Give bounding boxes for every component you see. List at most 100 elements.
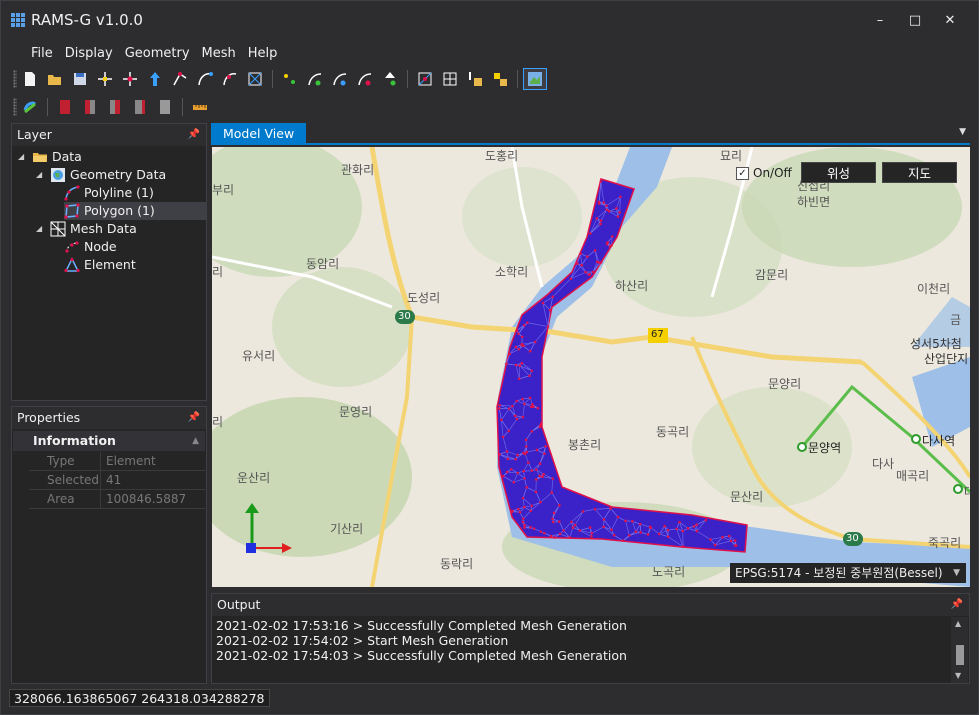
view-right-icon[interactable] <box>128 96 152 118</box>
map-label: 동곡리 <box>656 425 690 439</box>
map-button[interactable]: 지도 <box>882 162 957 183</box>
mesh-node <box>686 527 690 530</box>
mesh-node <box>517 332 520 336</box>
close-button[interactable]: ✕ <box>933 7 967 33</box>
map-label: 봉촌리 <box>568 438 602 452</box>
mesh-node <box>510 467 513 471</box>
tree-item-data[interactable]: ◢ Data <box>18 148 82 166</box>
tree-item-mesh-data[interactable]: ◢ Mesh Data <box>36 220 137 238</box>
node-delete-icon[interactable] <box>378 68 402 90</box>
mesh-node <box>501 474 505 478</box>
map-canvas[interactable] <box>212 147 970 587</box>
maximize-button[interactable]: □ <box>898 7 932 33</box>
view-front-icon[interactable] <box>53 96 77 118</box>
pin-icon[interactable]: 📌 <box>188 124 200 146</box>
draw-line-icon[interactable] <box>168 68 192 90</box>
background-map-icon[interactable] <box>523 68 547 90</box>
mesh-node <box>514 363 518 367</box>
mesh-node <box>517 507 520 511</box>
pin-icon[interactable]: 📌 <box>188 407 200 429</box>
ruler-icon[interactable] <box>188 96 212 118</box>
map-label: 대 <box>964 485 970 499</box>
save-icon[interactable] <box>68 68 92 90</box>
polygon-tool-icon[interactable] <box>243 68 267 90</box>
property-row-area[interactable]: Area 100846.5887 <box>29 490 205 509</box>
menu-mesh[interactable]: Mesh <box>196 43 242 65</box>
split-line-icon[interactable] <box>218 68 242 90</box>
mesh-node <box>500 418 503 422</box>
mesh-grid-tool-icon[interactable] <box>438 68 462 90</box>
tree-item-node[interactable]: Node <box>64 238 117 256</box>
route-shield-label: 30 <box>846 533 859 544</box>
crs-selector[interactable]: EPSG:5174 - 보정된 중부원점(Bessel) ▼ <box>730 563 966 583</box>
minimize-button[interactable]: – <box>863 7 897 33</box>
model-view-map[interactable]: 도홍리 묘리 관화리 부리 신접리 하빈면 동암리 소학리 하산리 감문리 이천… <box>212 147 970 587</box>
property-value: Element <box>106 454 156 468</box>
mesh-node <box>507 407 511 411</box>
tree-item-geometry-data[interactable]: ◢ Geometry Data <box>36 166 166 184</box>
output-scrollbar[interactable]: ▲ ▼ <box>951 617 968 683</box>
chevron-down-icon[interactable]: ▼ <box>953 563 960 583</box>
map-label: 다사 <box>872 457 895 471</box>
add-point-icon[interactable] <box>93 68 117 90</box>
satellite-button[interactable]: 위성 <box>801 162 876 183</box>
node-line-icon[interactable] <box>303 68 327 90</box>
mesh-node <box>648 525 652 529</box>
node-move-icon[interactable] <box>353 68 377 90</box>
toolbar-grip[interactable] <box>13 70 17 88</box>
pin-icon[interactable]: 📌 <box>951 594 963 616</box>
scroll-up-icon[interactable]: ▲ <box>955 619 961 628</box>
view-back-icon[interactable] <box>78 96 102 118</box>
map-onoff-toggle[interactable]: ✓ On/Off <box>736 163 792 183</box>
map-label: 다사역 <box>922 434 956 448</box>
mesh-node <box>729 539 733 543</box>
tab-dropdown-icon[interactable]: ▼ <box>959 127 966 137</box>
property-row-selected[interactable]: Selected 41 <box>29 471 205 490</box>
mesh-node <box>721 535 724 539</box>
mesh-node <box>580 263 584 267</box>
property-category[interactable]: Information ▲ <box>13 431 205 451</box>
main-toolbar <box>13 67 547 91</box>
move-point-icon[interactable] <box>118 68 142 90</box>
collapse-arrow-icon[interactable]: ◢ <box>36 220 46 238</box>
collapse-arrow-icon[interactable]: ◢ <box>18 148 28 166</box>
open-folder-icon[interactable] <box>43 68 67 90</box>
collapse-arrow-icon[interactable]: ◢ <box>36 166 46 184</box>
node-edit-icon[interactable] <box>328 68 352 90</box>
mesh-generate-icon[interactable] <box>413 68 437 90</box>
mesh-export-icon[interactable] <box>488 68 512 90</box>
map-label: 죽곡리 <box>928 536 962 550</box>
scrollbar-thumb[interactable] <box>956 645 964 665</box>
tree-item-polyline[interactable]: Polyline (1) <box>64 184 154 202</box>
mesh-node <box>678 520 681 524</box>
refresh-icon[interactable] <box>18 96 42 118</box>
output-log[interactable]: 2021-02-02 17:53:16 > Successfully Compl… <box>216 618 948 678</box>
menu-geometry[interactable]: Geometry <box>119 43 196 65</box>
mesh-import-icon[interactable] <box>463 68 487 90</box>
map-label: 문영리 <box>339 405 373 419</box>
node-add-icon[interactable] <box>278 68 302 90</box>
mesh-node <box>558 520 561 524</box>
mesh-node <box>615 207 618 210</box>
view-top-icon[interactable] <box>153 96 177 118</box>
tree-item-element[interactable]: Element <box>64 256 136 274</box>
menu-display[interactable]: Display <box>59 43 119 65</box>
tab-model-view[interactable]: Model View <box>211 123 307 145</box>
property-row-type[interactable]: Type Element <box>29 452 205 471</box>
mesh-node <box>733 544 737 547</box>
toolbar-grip[interactable] <box>13 98 17 116</box>
collapse-caret-icon[interactable]: ▲ <box>192 431 199 451</box>
view-left-icon[interactable] <box>103 96 127 118</box>
mesh-node <box>512 480 516 484</box>
menu-file[interactable]: File <box>25 43 59 65</box>
map-label: 하빈면 <box>797 195 831 209</box>
onoff-checkbox[interactable]: ✓ <box>736 166 749 180</box>
select-arrow-icon[interactable] <box>143 68 167 90</box>
tree-item-polygon[interactable]: Polygon (1) <box>64 202 206 220</box>
mesh-node <box>521 520 525 524</box>
node-icon <box>65 241 79 253</box>
menu-help[interactable]: Help <box>242 43 284 65</box>
polyline-tool-icon[interactable] <box>193 68 217 90</box>
scroll-down-icon[interactable]: ▼ <box>955 671 961 680</box>
new-file-icon[interactable] <box>18 68 42 90</box>
